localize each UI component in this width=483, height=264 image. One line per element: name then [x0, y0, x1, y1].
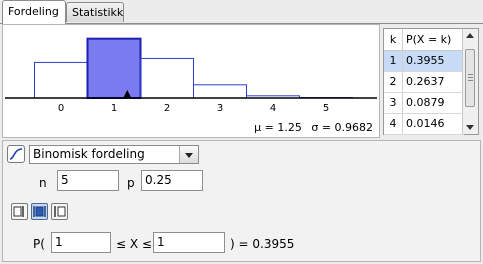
n-input[interactable]: 5 [57, 170, 119, 191]
tab-fordeling[interactable]: Fordeling [2, 0, 66, 24]
row-k: 2 [384, 72, 403, 92]
grip-line [468, 77, 473, 78]
tab-statistikk[interactable]: Statistikk [66, 2, 124, 22]
x-tick-label: 4 [270, 103, 276, 114]
probability-calculator-window: Fordeling Statistikk 012345 μ = 1.25 σ =… [0, 0, 483, 264]
left-sided-icon [13, 206, 24, 217]
interval-button[interactable] [31, 203, 48, 220]
controls-panel: Binomisk fordeling n 5 p 0.25 P(1 ≤ X ≤… [2, 140, 481, 262]
row-k: 4 [384, 114, 403, 134]
distribution-curve-icon[interactable] [7, 145, 25, 163]
lower-bound-input[interactable]: 1 [51, 232, 111, 253]
table-row[interactable]: 4 0.0146 [384, 114, 464, 135]
grip-line [468, 80, 473, 81]
bar-k-2 [140, 57, 194, 99]
p-column-header: P(X = k) [406, 33, 452, 46]
row-k: 3 [384, 93, 403, 113]
scroll-up-icon[interactable] [466, 33, 474, 38]
distribution-plot: 0 1 2 3 4 5 μ = 1.25 σ = 0.9682 [2, 24, 380, 138]
table-row[interactable]: 1 0.3955 [384, 51, 464, 72]
right-sided-button[interactable] [51, 203, 68, 220]
p-label: p [127, 176, 135, 190]
table-scrollbar[interactable] [462, 29, 478, 134]
probability-result: ) = 0.3955 [230, 237, 295, 251]
scroll-down-icon[interactable] [466, 125, 474, 130]
row-k: 1 [384, 51, 403, 71]
probability-table: k P(X = k) 1 0.3955 2 0.2637 3 0.0879 4 … [383, 28, 479, 135]
interval-icon [33, 206, 46, 217]
row-p: 0.0879 [406, 96, 445, 109]
table-row[interactable]: 2 0.2637 [384, 72, 464, 93]
mean-readout: μ = 1.25 [254, 121, 302, 134]
grip-line [468, 74, 473, 75]
right-sided-icon [54, 206, 66, 217]
sd-readout: σ = 0.9682 [311, 121, 373, 134]
x-tick-label: 2 [164, 103, 170, 114]
chevron-down-icon [185, 153, 193, 158]
dropdown-button[interactable] [179, 146, 198, 163]
tab-bar: Fordeling Statistikk [0, 0, 483, 24]
interval-label: ≤ X ≤ [116, 237, 152, 251]
row-p: 0.2637 [406, 75, 445, 88]
scrollbar-thumb[interactable] [465, 49, 475, 107]
n-label: n [39, 176, 47, 190]
k-column-header: k [384, 29, 403, 50]
bar-k-1 [86, 37, 142, 100]
upper-bound-input[interactable]: 1 [153, 232, 225, 253]
bar-k-0 [34, 61, 88, 99]
x-tick-label: 0 [58, 103, 64, 114]
prob-open-label: P( [33, 237, 45, 251]
bar-k-3 [193, 84, 247, 99]
p-input[interactable]: 0.25 [141, 170, 203, 191]
distribution-value: Binomisk fordeling [33, 147, 145, 161]
row-p: 0.0146 [406, 117, 445, 130]
stats-readout: μ = 1.25 σ = 0.9682 [248, 121, 373, 134]
x-tick-label: 3 [217, 103, 223, 114]
row-p: 0.3955 [406, 54, 445, 67]
x-tick-label: 1 [111, 103, 117, 114]
curve-icon [9, 148, 23, 160]
table-row[interactable]: 3 0.0879 [384, 93, 464, 114]
distribution-select[interactable]: Binomisk fordeling [29, 145, 199, 164]
left-sided-button[interactable] [11, 203, 28, 220]
table-body: 1 0.3955 2 0.2637 3 0.0879 4 0.0146 [384, 51, 464, 135]
table-header: k P(X = k) [384, 29, 464, 51]
x-tick-label: 5 [323, 103, 329, 114]
